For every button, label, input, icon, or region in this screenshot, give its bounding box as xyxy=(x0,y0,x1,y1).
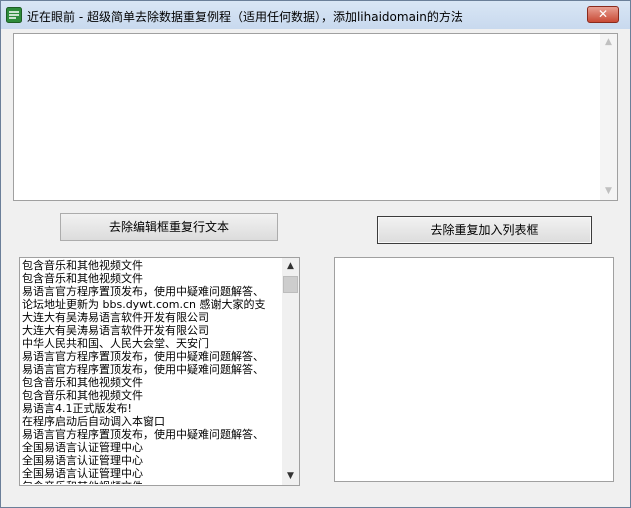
list-item[interactable]: 全国易语言认证管理中心 xyxy=(22,441,282,454)
title-bar[interactable]: 近在眼前 - 超级简单去除数据重复例程（适用任何数据），添加lihaidomai… xyxy=(1,1,630,29)
list-item[interactable]: 包含音乐和其他视频文件 xyxy=(22,272,282,285)
list-item[interactable]: 包含音乐和其他视频文件 xyxy=(22,259,282,272)
list-item[interactable]: 易语言官方程序置顶发布，使用中疑难问题解答、 xyxy=(22,350,282,363)
chevron-up-icon[interactable]: ▲ xyxy=(282,258,299,275)
chevron-down-icon[interactable]: ▼ xyxy=(600,183,617,200)
window-title: 近在眼前 - 超级简单去除数据重复例程（适用任何数据），添加lihaidomai… xyxy=(27,10,463,24)
list-item[interactable]: 易语言官方程序置顶发布，使用中疑难问题解答、 xyxy=(22,285,282,298)
close-button[interactable]: ✕ xyxy=(587,6,619,23)
list-item[interactable]: 全国易语言认证管理中心 xyxy=(22,467,282,480)
list-item[interactable]: 大连大有吴涛易语言软件开发有限公司 xyxy=(22,311,282,324)
list-item[interactable]: 包含音乐和其他视频文件 xyxy=(22,376,282,389)
list-item[interactable]: 中华人民共和国、人民大会堂、天安门 xyxy=(22,337,282,350)
source-list[interactable]: 包含音乐和其他视频文件 包含音乐和其他视频文件 易语言官方程序置顶发布，使用中疑难问… xyxy=(19,257,300,486)
list-scrollbar[interactable]: ▲ ▼ xyxy=(282,258,299,485)
list-item[interactable]: 易语言官方程序置顶发布，使用中疑难问题解答、 xyxy=(22,428,282,441)
list-item[interactable]: 包含音乐和其他视频文件 xyxy=(22,389,282,402)
chevron-up-icon[interactable]: ▲ xyxy=(600,34,617,51)
app-icon xyxy=(6,7,22,23)
list-item[interactable]: 大连大有吴涛易语言软件开发有限公司 xyxy=(22,324,282,337)
result-list[interactable] xyxy=(334,257,614,482)
remove-duplicates-to-list-button[interactable]: 去除重复加入列表框 xyxy=(377,216,592,244)
list-item[interactable]: 全国易语言认证管理中心 xyxy=(22,454,282,467)
list-item[interactable]: 包含音乐和其他视频文件 xyxy=(22,480,282,484)
app-window: 近在眼前 - 超级简单去除数据重复例程（适用任何数据），添加lihaidomai… xyxy=(0,0,631,508)
remove-edit-duplicates-button[interactable]: 去除编辑框重复行文本 xyxy=(60,213,278,241)
list-item[interactable]: 在程序启动后自动调入本窗口 xyxy=(22,415,282,428)
list-item[interactable]: 易语言官方程序置顶发布，使用中疑难问题解答、 xyxy=(22,363,282,376)
editor-scrollbar[interactable]: ▲ ▼ xyxy=(600,34,617,200)
chevron-down-icon[interactable]: ▼ xyxy=(282,468,299,485)
list-item[interactable]: 论坛地址更新为 bbs.dywt.com.cn 感谢大家的支 xyxy=(22,298,282,311)
scroll-thumb[interactable] xyxy=(283,276,298,293)
text-editor[interactable]: ▲ ▼ xyxy=(13,33,618,201)
source-list-items: 包含音乐和其他视频文件 包含音乐和其他视频文件 易语言官方程序置顶发布，使用中疑难问… xyxy=(22,259,282,484)
list-item[interactable]: 易语言4.1正式版发布! xyxy=(22,402,282,415)
